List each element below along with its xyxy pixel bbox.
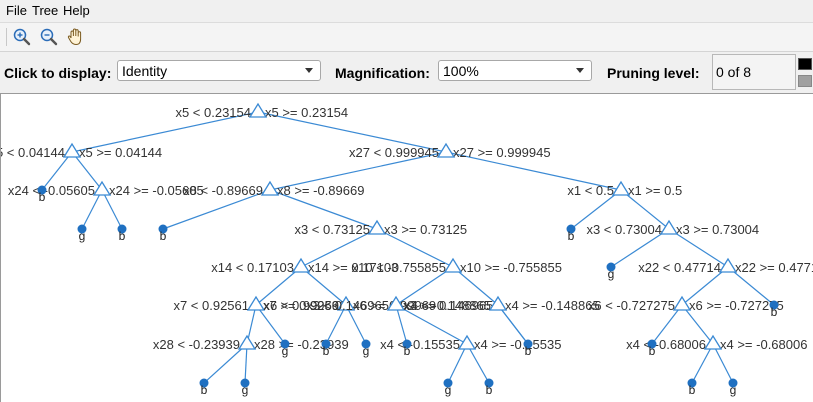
leaf-label: b: [201, 383, 208, 397]
split-node-icon[interactable]: [246, 295, 266, 311]
menu-tree[interactable]: Tree: [32, 3, 58, 18]
split-node-icon[interactable]: [659, 219, 679, 235]
split-label-left: x3 < 0.146965: [306, 298, 389, 313]
display-select[interactable]: Identity: [117, 60, 321, 81]
leaf-label: b: [486, 383, 493, 397]
tree-canvas[interactable]: x5 < 0.23154 x5 >= 0.23154 x5 < 0.04144 x5 …: [1, 94, 813, 402]
leaf-label: g: [730, 383, 737, 397]
split-node-icon[interactable]: [291, 257, 311, 273]
magnification-select[interactable]: 100%: [438, 60, 592, 81]
split-label-left: x1 < 0.5: [567, 183, 614, 198]
split-label-left: x24 < -0.05605: [8, 183, 95, 198]
split-label-right: x4 >= -0.148865: [505, 298, 600, 313]
split-label-right: x6 >= -0.727275: [689, 298, 784, 313]
menu-bar: File Tree Help: [0, 0, 813, 21]
split-label-right: x4 >= -0.68006: [720, 337, 807, 352]
leaf-label: g: [608, 267, 615, 281]
split-label-left: x4 < -0.15535: [380, 337, 460, 352]
leaf-label: b: [323, 344, 330, 358]
split-label-left: x4 < -0.148865: [404, 298, 491, 313]
leaf-label: b: [568, 229, 575, 243]
split-label-right: x10 >= -0.755855: [460, 260, 562, 275]
split-label-left: x27 < 0.999945: [349, 145, 439, 160]
leaf-label: g: [79, 229, 86, 243]
split-label-left: x5 < 0.23154: [175, 105, 251, 120]
chevron-down-icon: [305, 68, 313, 73]
pruning-level-field[interactable]: 0 of 8: [712, 54, 796, 90]
leaf-label: b: [525, 344, 532, 358]
prune-down-swatch[interactable]: [798, 75, 812, 87]
split-node-icon[interactable]: [672, 295, 692, 311]
display-controls: Click to display: Identity Magnification…: [0, 52, 813, 92]
leaf-label: b: [649, 344, 656, 358]
leaf-label: g: [363, 344, 370, 358]
split-label-right: x1 >= 0.5: [628, 183, 682, 198]
split-node-icon[interactable]: [457, 334, 477, 350]
split-label-right: x27 >= 0.999945: [453, 145, 551, 160]
leaf-label: g: [242, 383, 249, 397]
tree-view[interactable]: x5 < 0.23154 x5 >= 0.23154 x5 < 0.04144 x5 …: [0, 93, 813, 402]
split-label-left: x3 < 0.73004: [586, 222, 662, 237]
split-label-left: x14 < 0.17103: [211, 260, 294, 275]
split-label-left: x7 < 0.92561: [173, 298, 249, 313]
leaf-label: b: [39, 190, 46, 204]
split-label-right: x3 >= 0.73004: [676, 222, 759, 237]
pruning-level-value: 0 of 8: [716, 64, 752, 80]
pruning-label: Pruning level:: [607, 65, 700, 81]
menu-help[interactable]: Help: [63, 3, 90, 18]
split-label-left: x6 < -0.727275: [588, 298, 675, 313]
split-node-icon[interactable]: [248, 102, 268, 118]
leaf-label: b: [160, 229, 167, 243]
toolbar-separator: [6, 28, 7, 46]
display-label: Click to display:: [4, 65, 112, 81]
split-label-left: x5 < 0.04144: [1, 145, 65, 160]
leaf-label: b: [689, 383, 696, 397]
split-node-icon[interactable]: [718, 257, 738, 273]
display-select-value: Identity: [122, 63, 168, 79]
leaf-label: g: [282, 344, 289, 358]
tree-edge: [244, 343, 248, 384]
split-label-right: x5 >= 0.04144: [79, 145, 162, 160]
split-label-left: x8 < -0.89669: [183, 183, 263, 198]
menu-file[interactable]: File: [6, 3, 27, 18]
magnification-select-value: 100%: [443, 63, 479, 79]
split-label-left: x10 < -0.755855: [352, 260, 446, 275]
split-label-right: x5 >= 0.23154: [265, 105, 348, 120]
split-node-icon[interactable]: [237, 334, 257, 350]
leaf-label: b: [771, 305, 778, 319]
split-node-icon[interactable]: [443, 257, 463, 273]
split-label-left: x4 < -0.68006: [626, 337, 706, 352]
leaf-label: g: [445, 383, 452, 397]
leaf-label: b: [404, 344, 411, 358]
magnification-label: Magnification:: [335, 65, 430, 81]
split-label-left: x22 < 0.47714: [638, 260, 721, 275]
toolbar: [0, 22, 813, 52]
split-label-right: x4 >= -0.15535: [474, 337, 561, 352]
split-label-right: x22 >= 0.47714: [735, 260, 813, 275]
split-node-icon[interactable]: [92, 180, 112, 196]
chevron-down-icon: [576, 68, 584, 73]
zoom-in-icon[interactable]: [11, 26, 33, 48]
split-node-icon[interactable]: [703, 334, 723, 350]
prune-up-swatch[interactable]: [798, 58, 812, 70]
split-label-left: x28 < -0.23939: [153, 337, 240, 352]
pan-hand-icon[interactable]: [65, 26, 87, 48]
zoom-out-icon[interactable]: [38, 26, 60, 48]
leaf-label: b: [119, 229, 126, 243]
split-label-right: x3 >= 0.73125: [384, 222, 467, 237]
split-label-right: x8 >= -0.89669: [277, 183, 364, 198]
split-label-right: x28 >= -0.23939: [254, 337, 349, 352]
split-label-left: x3 < 0.73125: [294, 222, 370, 237]
